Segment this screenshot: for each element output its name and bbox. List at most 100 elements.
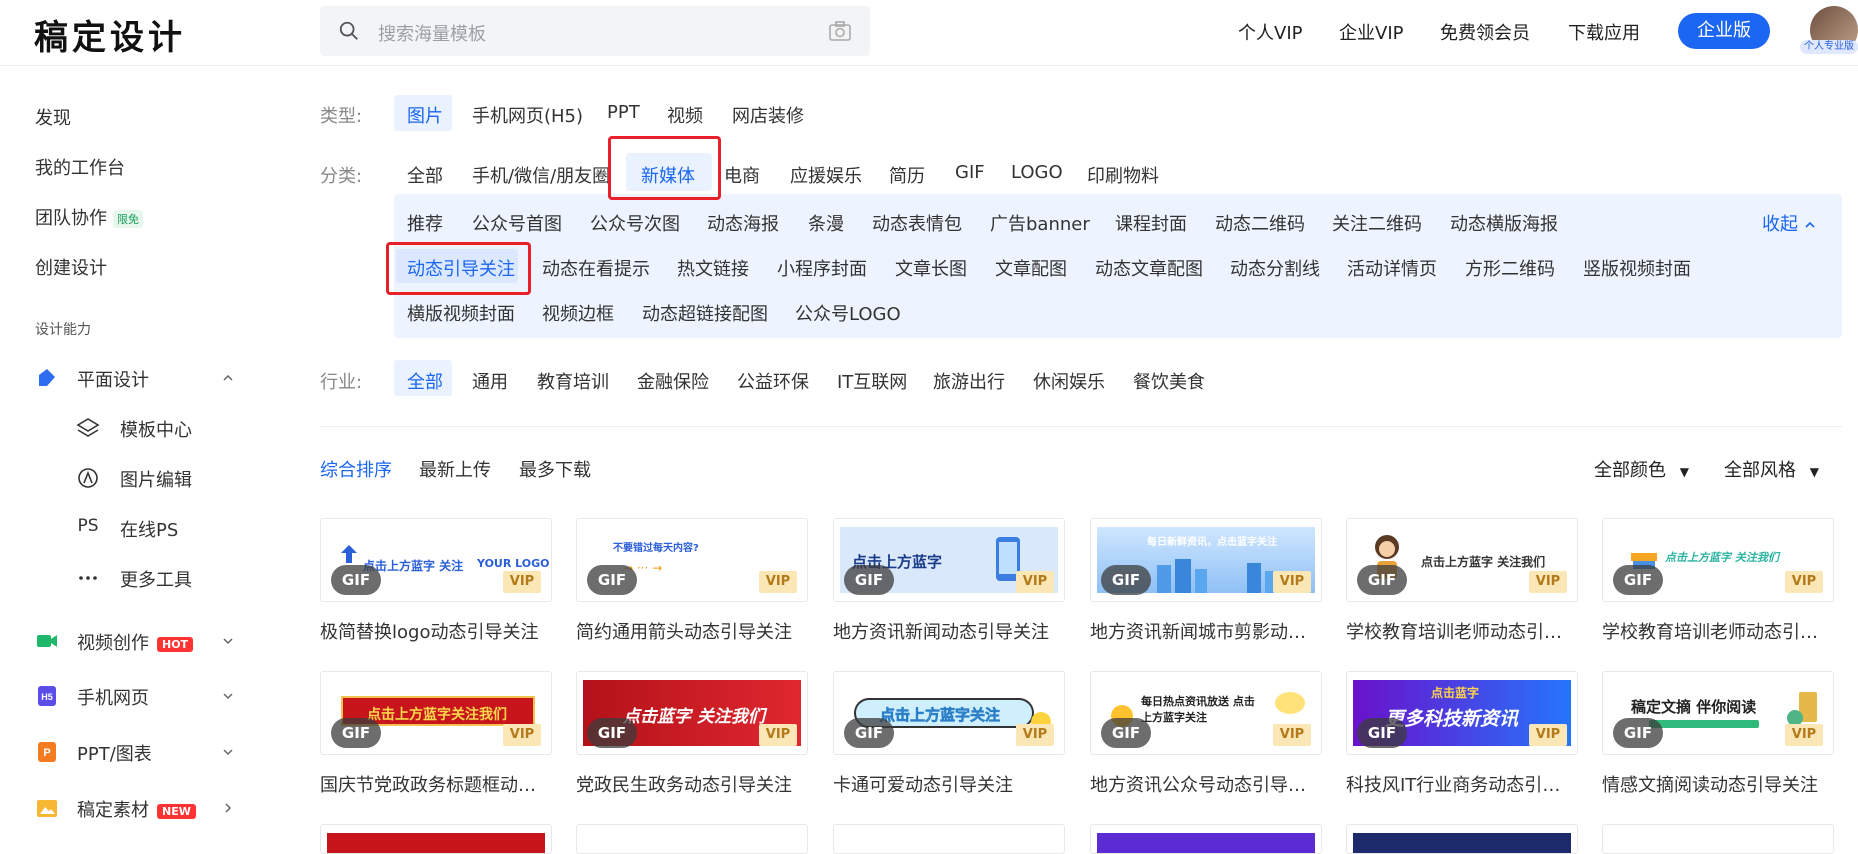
- industry-general[interactable]: 通用: [472, 368, 508, 394]
- sidebar-item-discover[interactable]: 发现: [35, 104, 71, 130]
- sub-video-border[interactable]: 视频边框: [542, 300, 614, 326]
- type-h5[interactable]: 手机网页(H5): [472, 102, 583, 128]
- card-title[interactable]: 地方资讯新闻城市剪影动态…: [1090, 618, 1322, 644]
- card-title[interactable]: 情感文摘阅读动态引导关注: [1602, 771, 1834, 797]
- category-print[interactable]: 印刷物料: [1087, 162, 1159, 188]
- brand-logo[interactable]: 稿定设计: [34, 10, 186, 59]
- sidebar-group-video[interactable]: 视频创作 HOT: [77, 629, 194, 655]
- sub-event-detail[interactable]: 活动详情页: [1347, 255, 1437, 281]
- sidebar-group-assets[interactable]: 稿定素材 NEW: [77, 796, 196, 822]
- sub-square-qr[interactable]: 方形二维码: [1465, 255, 1555, 281]
- industry-travel[interactable]: 旅游出行: [933, 368, 1005, 394]
- sidebar-item-team[interactable]: 团队协作 限免: [35, 204, 143, 230]
- sidebar-sub-more-tools[interactable]: 更多工具: [120, 566, 192, 592]
- sub-viewing-tip[interactable]: 动态在看提示: [542, 255, 650, 281]
- card-title[interactable]: 党政民生政务动态引导关注: [576, 771, 808, 797]
- nav-personal-vip[interactable]: 个人VIP: [1238, 19, 1302, 45]
- sidebar-sub-online-ps[interactable]: 在线PS: [120, 516, 178, 542]
- template-card[interactable]: 点击蓝字 关注我们 GIF VIP: [576, 671, 808, 755]
- template-card[interactable]: 每日热点资讯放送 点击上方蓝字关注 GIF VIP: [1090, 671, 1322, 755]
- industry-it[interactable]: IT互联网: [837, 368, 907, 394]
- chevron-down-icon[interactable]: [222, 635, 234, 647]
- industry-all[interactable]: 全部: [407, 368, 443, 394]
- card-title[interactable]: 学校教育培训老师动态引导…: [1346, 618, 1578, 644]
- chevron-down-icon[interactable]: [222, 690, 234, 702]
- card-title[interactable]: 极简替换logo动态引导关注: [320, 618, 552, 644]
- sub-recommend[interactable]: 推荐: [407, 210, 443, 236]
- sub-follow-qr[interactable]: 关注二维码: [1332, 210, 1422, 236]
- template-card[interactable]: 每日新鲜资讯，点击蓝字关注 GIF VIP: [1090, 518, 1322, 602]
- sidebar-sub-templates[interactable]: 模板中心: [120, 416, 192, 442]
- sub-animated-qr[interactable]: 动态二维码: [1215, 210, 1305, 236]
- enterprise-button[interactable]: 企业版: [1678, 13, 1770, 49]
- category-entertainment[interactable]: 应援娱乐: [790, 162, 862, 188]
- category-all[interactable]: 全部: [407, 162, 443, 188]
- sort-latest[interactable]: 最新上传: [419, 456, 491, 482]
- chevron-up-icon[interactable]: [222, 372, 234, 384]
- search-placeholder[interactable]: 搜索海量模板: [378, 20, 486, 46]
- sub-long-image[interactable]: 文章长图: [895, 255, 967, 281]
- sub-mini-program[interactable]: 小程序封面: [777, 255, 867, 281]
- sub-course-cover[interactable]: 课程封面: [1115, 210, 1187, 236]
- card-title[interactable]: 地方资讯公众号动态引导关注: [1090, 771, 1322, 797]
- card-title[interactable]: 简约通用箭头动态引导关注: [576, 618, 808, 644]
- template-card[interactable]: 点击上方蓝字关注我们 GIF VIP: [320, 671, 552, 755]
- category-mobile-wechat[interactable]: 手机/微信/朋友圈: [472, 162, 610, 188]
- sub-article-image[interactable]: 文章配图: [995, 255, 1067, 281]
- sub-comic[interactable]: 条漫: [808, 210, 844, 236]
- nav-download-app[interactable]: 下载应用: [1568, 19, 1640, 45]
- template-card[interactable]: [320, 824, 552, 854]
- category-resume[interactable]: 简历: [889, 162, 925, 188]
- template-card[interactable]: 点击上方蓝字 关注 YOUR LOGO GIF VIP: [320, 518, 552, 602]
- search-bar[interactable]: 搜索海量模板: [320, 6, 870, 56]
- category-logo[interactable]: LOGO: [1011, 162, 1063, 183]
- industry-charity[interactable]: 公益环保: [737, 368, 809, 394]
- sub-account-logo[interactable]: 公众号LOGO: [795, 300, 901, 326]
- card-title[interactable]: 学校教育培训老师动态引导…: [1602, 618, 1834, 644]
- template-card[interactable]: 点击上方蓝字 关注我们 GIF VIP: [1346, 518, 1578, 602]
- template-card[interactable]: 点击上方蓝字关注 GIF VIP: [833, 671, 1065, 755]
- sidebar-group-mobile[interactable]: 手机网页: [77, 684, 149, 710]
- style-filter-dropdown[interactable]: 全部风格 ▼: [1724, 456, 1819, 482]
- template-card[interactable]: [1602, 824, 1834, 854]
- template-card[interactable]: [833, 824, 1065, 854]
- sidebar-group-ppt[interactable]: PPT/图表: [77, 740, 152, 766]
- sub-banner[interactable]: 广告banner: [990, 210, 1090, 236]
- card-title[interactable]: 国庆节党政政务标题框动态…: [320, 771, 552, 797]
- industry-finance[interactable]: 金融保险: [637, 368, 709, 394]
- template-card[interactable]: [1090, 824, 1322, 854]
- sidebar-item-workbench[interactable]: 我的工作台: [35, 154, 125, 180]
- industry-food[interactable]: 餐饮美食: [1133, 368, 1205, 394]
- chevron-right-icon[interactable]: [222, 802, 234, 814]
- card-title[interactable]: 科技风IT行业商务动态引导…: [1346, 771, 1578, 797]
- template-card[interactable]: 不要错过每天内容? → ··· → GIF VIP: [576, 518, 808, 602]
- nav-enterprise-vip[interactable]: 企业VIP: [1339, 19, 1403, 45]
- category-ecommerce[interactable]: 电商: [724, 162, 760, 188]
- collapse-toggle[interactable]: 收起: [1762, 210, 1816, 236]
- card-title[interactable]: 地方资讯新闻动态引导关注: [833, 618, 1065, 644]
- type-image[interactable]: 图片: [407, 102, 443, 128]
- sub-divider-line[interactable]: 动态分割线: [1230, 255, 1320, 281]
- industry-leisure[interactable]: 休闲娱乐: [1033, 368, 1105, 394]
- template-card[interactable]: 点击上方蓝字 关注我们 GIF VIP: [1602, 518, 1834, 602]
- template-card[interactable]: 点击蓝字 更多科技新资讯 GIF VIP: [1346, 671, 1578, 755]
- template-card[interactable]: [1346, 824, 1578, 854]
- sub-sticker[interactable]: 动态表情包: [872, 210, 962, 236]
- template-card[interactable]: 稿定文摘 伴你阅读 GIF VIP: [1602, 671, 1834, 755]
- sort-most-downloads[interactable]: 最多下载: [519, 456, 591, 482]
- sub-animated-article[interactable]: 动态文章配图: [1095, 255, 1203, 281]
- color-filter-dropdown[interactable]: 全部颜色 ▼: [1594, 456, 1689, 482]
- type-shop[interactable]: 网店装修: [732, 102, 804, 128]
- sub-vertical-video[interactable]: 竖版视频封面: [1583, 255, 1691, 281]
- sidebar-sub-image-edit[interactable]: 图片编辑: [120, 466, 192, 492]
- type-video[interactable]: 视频: [667, 102, 703, 128]
- sub-hot-link[interactable]: 热文链接: [677, 255, 749, 281]
- sub-horizontal-poster[interactable]: 动态横版海报: [1450, 210, 1558, 236]
- nav-free-vip[interactable]: 免费领会员: [1440, 19, 1530, 45]
- industry-education[interactable]: 教育培训: [537, 368, 609, 394]
- template-card[interactable]: 点击上方蓝字 GIF VIP: [833, 518, 1065, 602]
- category-gif[interactable]: GIF: [955, 162, 985, 183]
- type-ppt[interactable]: PPT: [607, 102, 640, 123]
- card-title[interactable]: 卡通可爱动态引导关注: [833, 771, 1065, 797]
- camera-icon[interactable]: [828, 20, 852, 42]
